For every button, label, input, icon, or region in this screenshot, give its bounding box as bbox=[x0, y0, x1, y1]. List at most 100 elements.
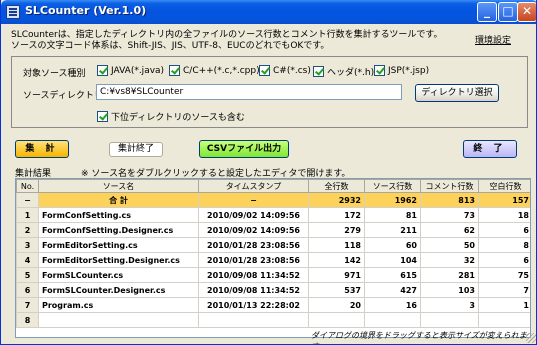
window-title: SLCounter (Ver.1.0) bbox=[25, 4, 147, 17]
timestamp: 2010/01/28 23:08:56 bbox=[198, 237, 309, 253]
timestamp: 2010/01/13 22:28:02 bbox=[198, 297, 309, 313]
comment-lines: 103 bbox=[420, 282, 479, 298]
total-row[interactable]: − 合 計 − 2932 1962 813 157 bbox=[16, 192, 530, 208]
table-header-row: No. ソース名 タイムスタンプ 全行数 ソース行数 コメント行数 空白行数 bbox=[16, 179, 530, 193]
select-directory-button[interactable]: ディレクトリ選択 bbox=[415, 84, 499, 102]
source-lines: 615 bbox=[364, 267, 421, 283]
source-directory-label: ソースディレクトリ bbox=[23, 91, 103, 101]
timestamp bbox=[198, 312, 309, 328]
main-window: SLCounter (Ver.1.0) _ □ ✕ SLCounterは、指定し… bbox=[0, 0, 537, 345]
table-row[interactable]: 8 bbox=[16, 312, 530, 328]
source-name[interactable]: FormSLCounter.Designer.cs bbox=[38, 282, 199, 298]
checkbox-csharp[interactable]: C#(*.cs) bbox=[259, 65, 311, 76]
app-icon bbox=[6, 5, 20, 19]
source-name[interactable]: FormConfSetting.Designer.cs bbox=[38, 222, 199, 238]
table-row[interactable]: 5 FormSLCounter.cs 2010/09/08 11:34:52 9… bbox=[16, 267, 530, 283]
exit-button[interactable]: 終 了 bbox=[463, 140, 517, 158]
source-lines bbox=[364, 312, 421, 328]
source-name[interactable] bbox=[38, 312, 199, 328]
row-number: 5 bbox=[16, 267, 39, 283]
column-header[interactable]: コメント行数 bbox=[420, 179, 479, 193]
blank-lines: 157 bbox=[478, 192, 530, 208]
resize-grip-icon[interactable] bbox=[526, 333, 536, 343]
all-lines: 118 bbox=[308, 237, 365, 253]
table-row[interactable]: 6 FormSLCounter.Designer.cs 2010/09/08 1… bbox=[16, 282, 530, 298]
comment-lines bbox=[420, 312, 479, 328]
timestamp: − bbox=[198, 192, 309, 208]
blank-lines: 6 bbox=[478, 252, 530, 268]
column-header[interactable]: No. bbox=[16, 179, 39, 193]
table-row[interactable]: 2 FormConfSetting.Designer.cs 2010/09/02… bbox=[16, 222, 530, 238]
timestamp: 2010/09/08 11:34:52 bbox=[198, 267, 309, 283]
csv-export-button[interactable]: CSVファイル出力 bbox=[199, 140, 289, 158]
row-number: 7 bbox=[16, 297, 39, 313]
timestamp: 2010/09/02 14:09:56 bbox=[198, 222, 309, 238]
environment-settings-link[interactable]: 環境設定 bbox=[475, 33, 511, 46]
source-name[interactable]: FormEditorSetting.Designer.cs bbox=[38, 252, 199, 268]
checkbox-java-label: JAVA(*.java) bbox=[111, 65, 165, 76]
checkbox-c-cpp-label: C/C++(*.c,*.cpp) bbox=[183, 65, 260, 76]
source-lines: 211 bbox=[364, 222, 421, 238]
comment-lines: 50 bbox=[420, 237, 479, 253]
source-lines: 60 bbox=[364, 237, 421, 253]
count-button[interactable]: 集 計 bbox=[15, 140, 69, 158]
all-lines: 172 bbox=[308, 207, 365, 223]
source-name[interactable]: FormConfSetting.cs bbox=[38, 207, 199, 223]
table-row[interactable]: 4 FormEditorSetting.Designer.cs 2010/01/… bbox=[16, 252, 530, 268]
table-row[interactable]: 3 FormEditorSetting.cs 2010/01/28 23:08:… bbox=[16, 237, 530, 253]
minimize-button[interactable]: _ bbox=[477, 2, 497, 22]
source-lines: 104 bbox=[364, 252, 421, 268]
comment-lines: 3 bbox=[420, 297, 479, 313]
column-header[interactable]: 全行数 bbox=[308, 179, 365, 193]
row-number: 4 bbox=[16, 252, 39, 268]
checkbox-header[interactable]: ヘッダ(*.h) bbox=[313, 65, 374, 78]
row-number: 2 bbox=[16, 222, 39, 238]
row-number: 3 bbox=[16, 237, 39, 253]
all-lines: 537 bbox=[308, 282, 365, 298]
blank-lines: 8 bbox=[478, 237, 530, 253]
table-row[interactable]: 1 FormConfSetting.cs 2010/09/02 14:09:56… bbox=[16, 207, 530, 223]
title-bar[interactable]: SLCounter (Ver.1.0) _ □ ✕ bbox=[1, 0, 536, 24]
timestamp: 2010/01/28 23:08:56 bbox=[198, 252, 309, 268]
all-lines: 20 bbox=[308, 297, 365, 313]
blank-lines: 75 bbox=[478, 267, 530, 283]
stop-count-button[interactable]: 集計終了 bbox=[109, 142, 163, 157]
source-directory-input[interactable] bbox=[96, 84, 402, 100]
column-header[interactable]: ソース名 bbox=[38, 179, 199, 193]
row-number: − bbox=[16, 192, 39, 208]
checkbox-jsp[interactable]: JSP(*.jsp) bbox=[374, 65, 429, 76]
row-number: 6 bbox=[16, 282, 39, 298]
check-icon bbox=[97, 111, 108, 122]
source-name[interactable]: Program.cs bbox=[38, 297, 199, 313]
blank-lines bbox=[478, 312, 530, 328]
table-row[interactable]: 7 Program.cs 2010/01/13 22:28:02 20 16 3… bbox=[16, 297, 530, 313]
checkbox-c-cpp[interactable]: C/C++(*.c,*.cpp) bbox=[169, 65, 260, 76]
comment-lines: 62 bbox=[420, 222, 479, 238]
checkbox-include-subdirectories[interactable]: 下位ディレクトリのソースも含む bbox=[97, 110, 245, 123]
blank-lines: 18 bbox=[478, 207, 530, 223]
checkbox-java[interactable]: JAVA(*.java) bbox=[97, 65, 164, 76]
comment-lines: 73 bbox=[420, 207, 479, 223]
column-header[interactable]: 空白行数 bbox=[478, 179, 530, 193]
timestamp: 2010/09/08 11:34:52 bbox=[198, 282, 309, 298]
check-icon bbox=[97, 65, 108, 76]
check-icon bbox=[169, 65, 180, 76]
include-subdirectories-label: 下位ディレクトリのソースも含む bbox=[111, 113, 245, 123]
comment-lines: 281 bbox=[420, 267, 479, 283]
source-name[interactable]: FormSLCounter.cs bbox=[38, 267, 199, 283]
checkbox-csharp-label: C#(*.cs) bbox=[273, 65, 311, 76]
maximize-button[interactable]: □ bbox=[498, 2, 518, 22]
comment-lines: 32 bbox=[420, 252, 479, 268]
source-lines: 16 bbox=[364, 297, 421, 313]
all-lines: 142 bbox=[308, 252, 365, 268]
source-name[interactable]: FormEditorSetting.cs bbox=[38, 237, 199, 253]
source-lines: 427 bbox=[364, 282, 421, 298]
column-header[interactable]: タイムスタンプ bbox=[198, 179, 309, 193]
comment-lines: 813 bbox=[420, 192, 479, 208]
source-type-label: 対象ソース種別 bbox=[23, 69, 86, 79]
checkbox-jsp-label: JSP(*.jsp) bbox=[388, 65, 430, 76]
column-header[interactable]: ソース行数 bbox=[364, 179, 421, 193]
footer-note: ダイアログの境界をドラッグすると表示サイズが変えられます。 bbox=[311, 331, 527, 344]
close-button[interactable]: ✕ bbox=[517, 2, 536, 22]
results-table[interactable]: No. ソース名 タイムスタンプ 全行数 ソース行数 コメント行数 空白行数 −… bbox=[15, 178, 531, 338]
